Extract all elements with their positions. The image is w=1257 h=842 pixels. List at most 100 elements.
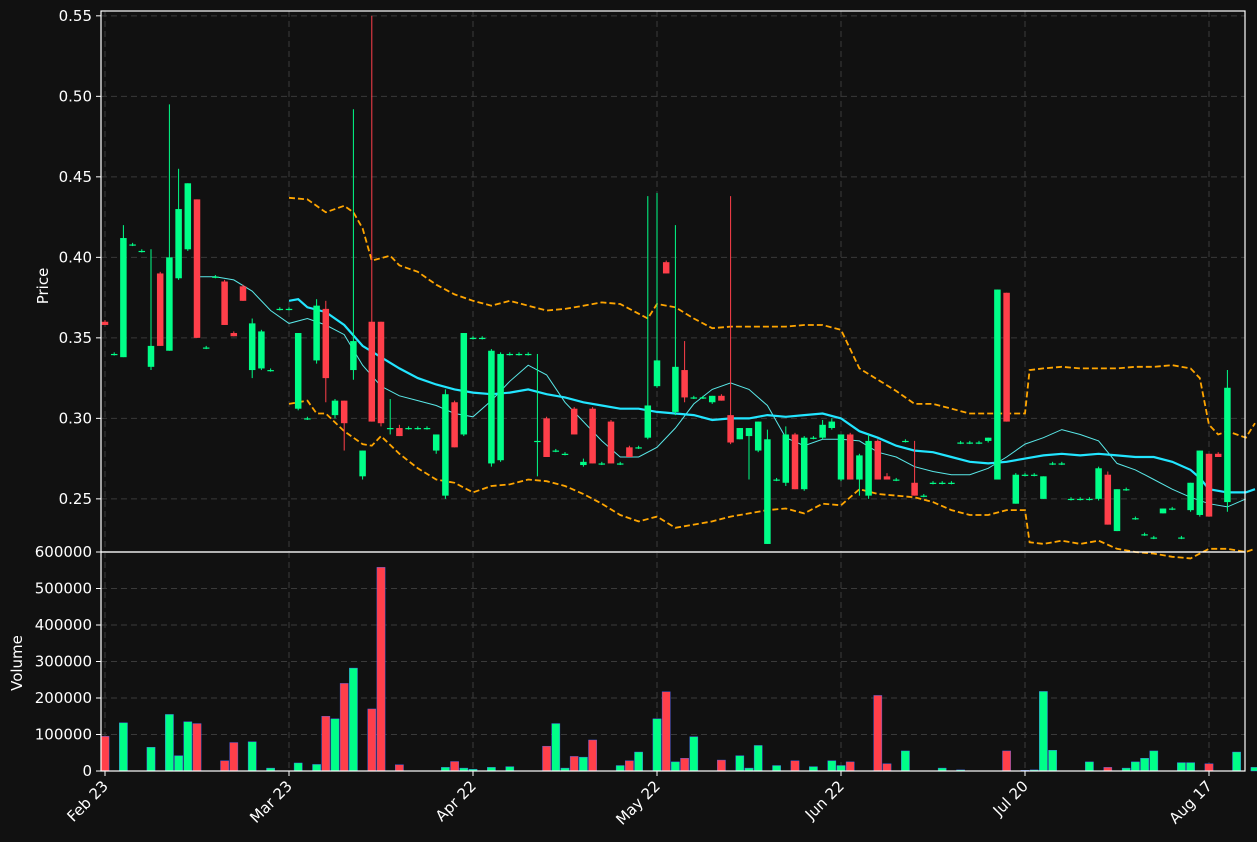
volume-bar xyxy=(183,721,193,772)
candle xyxy=(607,419,615,464)
candle-body xyxy=(267,370,274,372)
candle-body xyxy=(193,199,201,338)
candle-body xyxy=(718,395,725,401)
candle-body xyxy=(929,482,937,484)
candle xyxy=(791,432,799,490)
candle-body xyxy=(883,476,891,480)
price-tick-label: 0.55 xyxy=(59,7,92,25)
stock-chart: 0.25 0.30 0.35 0.40 0.45 0.50 0.55 Price 0 1000… xyxy=(0,0,1257,842)
chart-svg: 0.25 0.30 0.35 0.40 0.45 0.50 0.55 Price 0 1000… xyxy=(0,0,1257,842)
volume-bar xyxy=(588,739,597,772)
candle-body xyxy=(984,437,992,441)
price-tick-label: 0.30 xyxy=(59,409,92,427)
volume-bar xyxy=(505,766,515,772)
volume-bar xyxy=(671,761,680,772)
candle-body xyxy=(184,183,192,250)
volume-bar xyxy=(100,736,110,772)
candle xyxy=(1012,473,1020,504)
candle xyxy=(1196,450,1204,517)
volume-bar xyxy=(551,723,561,772)
candle-body xyxy=(570,408,578,435)
volume-bar xyxy=(312,764,321,772)
volume-bar xyxy=(845,761,855,772)
volume-bar xyxy=(1204,763,1214,772)
candle-body xyxy=(534,440,541,443)
candle-body xyxy=(239,286,247,301)
candle-body xyxy=(515,353,523,356)
candle-body xyxy=(745,428,753,437)
candle-body xyxy=(1030,474,1038,476)
volume-tick-label: 100000 xyxy=(35,726,92,744)
price-tick-label: 0.40 xyxy=(59,248,92,266)
candle-body xyxy=(478,337,486,340)
candle-body xyxy=(405,428,412,430)
candle-body xyxy=(1178,537,1185,539)
volume-bar xyxy=(625,760,634,772)
volume-bar xyxy=(882,763,892,772)
candle-body xyxy=(810,437,817,439)
volume-bar xyxy=(293,762,303,772)
volume-bar xyxy=(1177,762,1186,772)
candle xyxy=(193,199,201,338)
candle-body xyxy=(754,421,762,451)
volume-bar xyxy=(1232,751,1241,772)
volume-bar xyxy=(119,722,128,772)
candle-body xyxy=(377,321,385,424)
candle xyxy=(442,389,449,499)
candle-body xyxy=(1012,474,1020,504)
volume-bar xyxy=(339,683,349,772)
candle-body xyxy=(1086,498,1093,501)
volume-tick-label: 500000 xyxy=(35,580,92,598)
candle-body xyxy=(1067,498,1075,501)
candle-body xyxy=(442,394,449,496)
candle xyxy=(543,416,550,458)
candle xyxy=(626,445,633,458)
candle-body xyxy=(828,421,836,429)
candle-body xyxy=(423,428,431,430)
volume-bar xyxy=(192,723,202,772)
volume-bar xyxy=(717,759,726,772)
volume-bar xyxy=(1085,761,1094,772)
volume-bar xyxy=(450,761,459,772)
candle-body xyxy=(110,353,118,356)
volume-tick-label: 0 xyxy=(82,762,92,780)
candle-body xyxy=(248,323,256,371)
candle xyxy=(837,434,845,482)
candle-body xyxy=(276,308,284,311)
volume-bar xyxy=(1140,758,1149,772)
candle-body xyxy=(552,450,560,452)
candle-body xyxy=(800,437,808,490)
candle-body xyxy=(865,440,872,496)
volume-bar xyxy=(321,716,331,772)
volume-bar xyxy=(542,745,551,772)
volume-bar xyxy=(634,751,643,772)
candle-body xyxy=(727,415,734,443)
candle-body xyxy=(708,395,716,403)
candle-body xyxy=(313,305,320,361)
candle-body xyxy=(432,434,440,451)
candle-body xyxy=(791,434,799,490)
candle-body xyxy=(221,281,228,325)
candle-body xyxy=(561,453,569,455)
volume-bar xyxy=(1039,691,1048,772)
volume-bar xyxy=(615,765,625,772)
volume-bar xyxy=(689,736,699,772)
volume-bar xyxy=(174,755,183,772)
candle-body xyxy=(294,333,302,409)
candle xyxy=(313,299,320,364)
candle xyxy=(359,450,366,480)
volume-bar xyxy=(579,756,588,772)
candle xyxy=(1003,292,1010,422)
candle-body xyxy=(902,440,909,443)
candle-body xyxy=(331,400,339,416)
volume-bar xyxy=(220,760,229,772)
candle-body xyxy=(773,479,780,481)
candle-body xyxy=(506,353,514,356)
candle-body xyxy=(543,418,550,458)
candle-body xyxy=(469,337,477,340)
candle xyxy=(294,333,302,411)
candle-body xyxy=(690,397,698,399)
candle xyxy=(1040,476,1047,499)
candle-body xyxy=(994,289,1001,480)
volume-bar xyxy=(1048,749,1057,772)
